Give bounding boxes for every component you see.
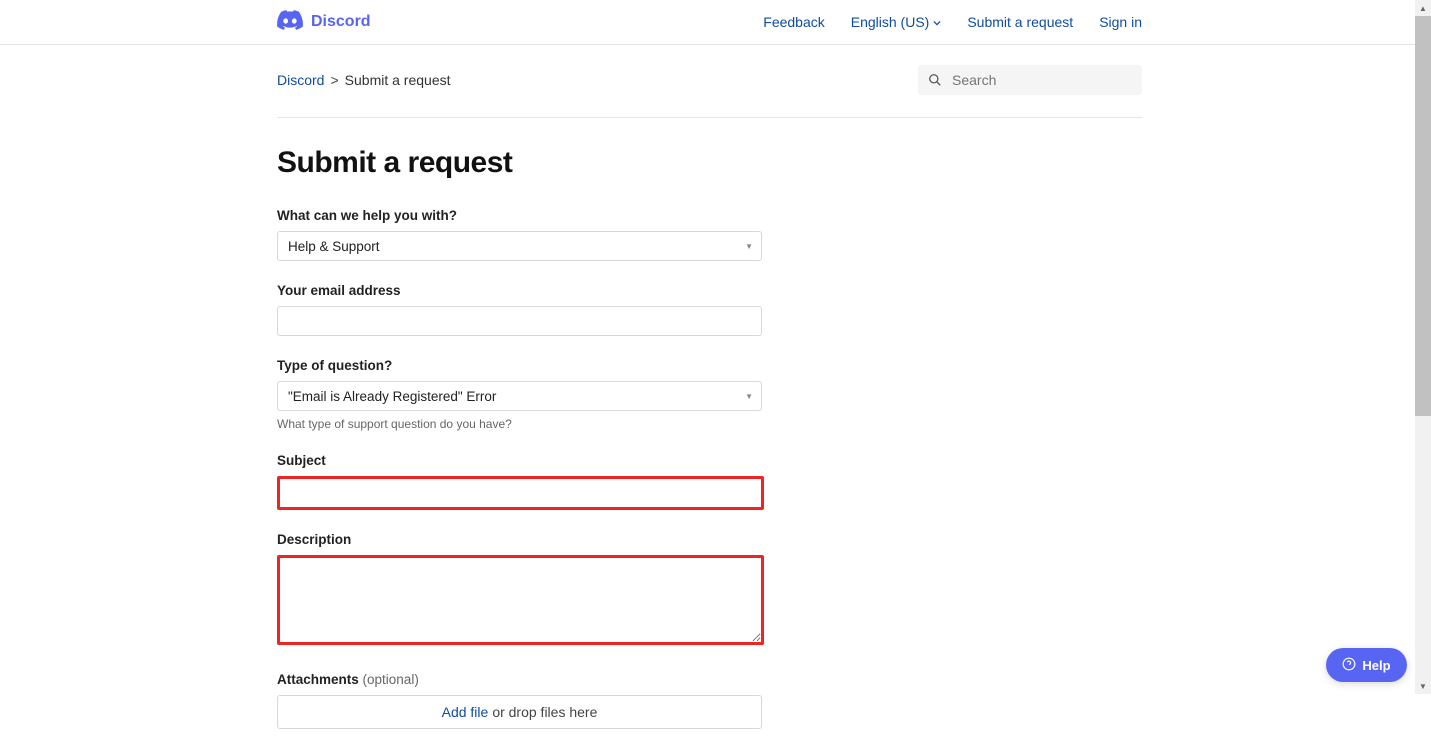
email-input[interactable]: [277, 306, 762, 336]
add-file-link: Add file: [442, 704, 489, 720]
form-group-email: Your email address: [277, 283, 762, 336]
question-type-label: Type of question?: [277, 358, 762, 373]
attachments-dropzone[interactable]: Add file or drop files here: [277, 695, 762, 729]
subject-label: Subject: [277, 453, 762, 468]
help-icon: [1342, 657, 1356, 674]
select-caret-icon: ▼: [745, 392, 753, 401]
brand-name: Discord: [311, 13, 371, 31]
brand-logo[interactable]: Discord: [277, 10, 371, 35]
chevron-down-icon: [933, 14, 941, 30]
form-group-question-type: Type of question? "Email is Already Regi…: [277, 358, 762, 431]
discord-logo-icon: [277, 10, 303, 35]
page-title: Submit a request: [277, 146, 1142, 180]
description-textarea[interactable]: [277, 555, 764, 645]
nav-links: Feedback English (US) Submit a request S…: [763, 14, 1142, 30]
email-label: Your email address: [277, 283, 762, 298]
header: Discord Feedback English (US) Submit a r…: [0, 0, 1419, 45]
attachments-label: Attachments (optional): [277, 672, 762, 687]
drop-text: or drop files here: [492, 704, 597, 720]
breadcrumb-row: Discord > Submit a request: [277, 65, 1142, 118]
form-group-help-with: What can we help you with? Help & Suppor…: [277, 208, 762, 261]
breadcrumb-current: Submit a request: [345, 72, 451, 88]
description-label: Description: [277, 532, 762, 547]
breadcrumb-root[interactable]: Discord: [277, 72, 324, 88]
help-with-select[interactable]: Help & Support ▼: [277, 231, 762, 261]
scrollbar-thumb[interactable]: [1415, 16, 1431, 416]
select-caret-icon: ▼: [745, 242, 753, 251]
nav-language-selector[interactable]: English (US): [851, 14, 942, 30]
subject-input[interactable]: [277, 476, 764, 510]
nav-submit-request[interactable]: Submit a request: [967, 14, 1073, 30]
form-group-attachments: Attachments (optional) Add file or drop …: [277, 672, 762, 729]
scrollbar[interactable]: ▲ ▼: [1415, 0, 1431, 694]
scrollbar-down-arrow-icon[interactable]: ▼: [1415, 678, 1431, 694]
help-widget-button[interactable]: Help: [1326, 648, 1407, 682]
search-box: [918, 65, 1142, 95]
help-with-value: Help & Support: [288, 239, 380, 254]
question-type-value: "Email is Already Registered" Error: [288, 389, 496, 404]
breadcrumb-separator: >: [330, 72, 338, 88]
form-group-description: Description: [277, 532, 762, 650]
nav-sign-in[interactable]: Sign in: [1099, 14, 1142, 30]
form-group-subject: Subject: [277, 453, 762, 510]
help-widget-label: Help: [1362, 658, 1390, 673]
help-with-label: What can we help you with?: [277, 208, 762, 223]
nav-language-label: English (US): [851, 14, 930, 30]
breadcrumb: Discord > Submit a request: [277, 72, 451, 88]
question-type-hint: What type of support question do you hav…: [277, 417, 762, 431]
question-type-select[interactable]: "Email is Already Registered" Error ▼: [277, 381, 762, 411]
search-input[interactable]: [918, 65, 1142, 95]
nav-feedback[interactable]: Feedback: [763, 14, 824, 30]
scrollbar-up-arrow-icon[interactable]: ▲: [1415, 0, 1431, 16]
